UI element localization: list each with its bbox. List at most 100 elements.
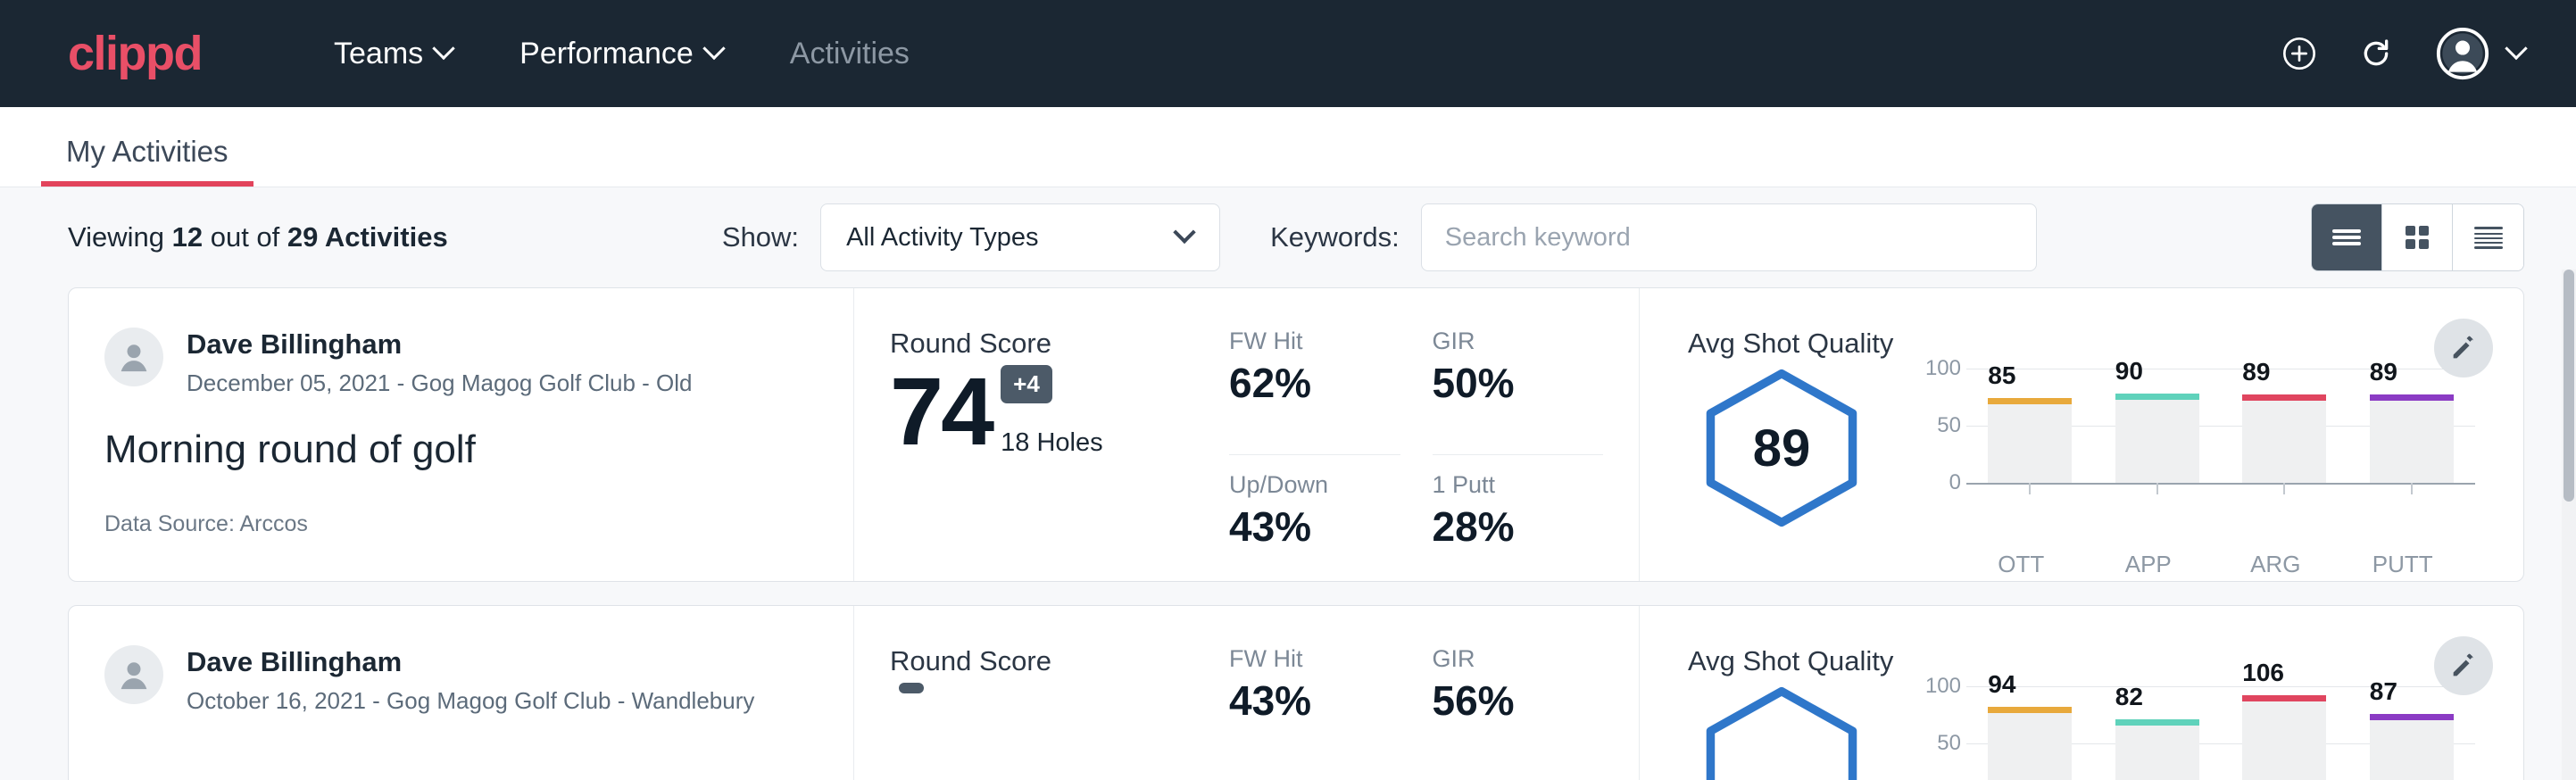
stat-one-putt-value: 28% bbox=[1433, 502, 1604, 551]
shot-quality-body: 89 100 50 0 bbox=[1688, 369, 2523, 527]
bar-cap-putt bbox=[2370, 714, 2454, 720]
bar-cap-app bbox=[2115, 719, 2199, 726]
stat-up-down-label: Up/Down bbox=[1229, 471, 1400, 499]
round-score-label: Round Score bbox=[890, 645, 1229, 677]
score-to-par-badge bbox=[899, 683, 924, 693]
grid-view-button[interactable] bbox=[2382, 204, 2453, 270]
stat-fw-hit-label: FW Hit bbox=[1229, 328, 1400, 355]
chart-bars: 85 90 bbox=[1966, 369, 2475, 483]
avg-shot-quality-label: Avg Shot Quality bbox=[1688, 328, 2523, 360]
person-avatar-icon bbox=[113, 336, 154, 378]
player-name: Dave Billingham bbox=[187, 645, 754, 680]
bar-cap-putt bbox=[2370, 394, 2454, 401]
stat-fw-hit: FW Hit 62% bbox=[1229, 328, 1400, 455]
player-name: Dave Billingham bbox=[187, 328, 693, 362]
stat-up-down: Up/Down 43% bbox=[1229, 455, 1400, 582]
x-tick bbox=[2283, 483, 2285, 494]
primary-nav: Teams Performance Activities bbox=[300, 37, 943, 71]
x-label-ott: OTT bbox=[1957, 551, 2085, 578]
stat-gir-label: GIR bbox=[1433, 328, 1604, 355]
activity-card[interactable]: Dave Billingham October 16, 2021 - Gog M… bbox=[68, 605, 2524, 780]
stat-gir-value: 50% bbox=[1433, 359, 1604, 407]
nav-item-teams-label: Teams bbox=[334, 37, 423, 71]
activity-info-column: Dave Billingham December 05, 2021 - Gog … bbox=[69, 288, 854, 581]
x-label-putt: PUTT bbox=[2339, 551, 2467, 578]
y-tick-100: 100 bbox=[1925, 356, 1961, 381]
activity-type-value: All Activity Types bbox=[846, 223, 1038, 253]
bar-value-arg: 106 bbox=[2242, 659, 2284, 687]
viewing-count: 12 bbox=[172, 221, 203, 253]
activities-toolbar: Viewing 12 out of 29 Activities Show: Al… bbox=[0, 187, 2576, 287]
x-tick bbox=[2156, 483, 2158, 494]
stat-gir-value: 56% bbox=[1433, 676, 1604, 725]
bar-app: 90 bbox=[2094, 369, 2222, 483]
activity-card[interactable]: Dave Billingham December 05, 2021 - Gog … bbox=[68, 287, 2524, 582]
app-logo[interactable]: clippd bbox=[68, 29, 202, 78]
chevron-down-icon bbox=[2505, 37, 2527, 60]
stats-grid: FW Hit 62% GIR 50% Up/Down 43% 1 Putt 28… bbox=[1229, 288, 1640, 581]
stat-up-down-value: 43% bbox=[1229, 502, 1400, 551]
bar-ott: 85 bbox=[1966, 369, 2094, 483]
nav-item-activities[interactable]: Activities bbox=[756, 37, 943, 71]
round-score-value-row: 74 +4 18 Holes bbox=[890, 365, 1229, 458]
list-view-icon bbox=[2329, 225, 2364, 250]
stat-one-putt-label: 1 Putt bbox=[1433, 471, 1604, 499]
chart-x-labels: OTT APP ARG PUTT bbox=[1957, 551, 2466, 578]
view-mode-toggle bbox=[2311, 203, 2524, 271]
refresh-button[interactable] bbox=[2358, 36, 2394, 71]
shot-quality-chart: 100 50 0 94 bbox=[1911, 686, 2475, 780]
activity-meta: October 16, 2021 - Gog Magog Golf Club -… bbox=[187, 687, 754, 715]
chevron-down-icon bbox=[1173, 221, 1195, 244]
viewing-count-text: Viewing 12 out of 29 Activities bbox=[68, 221, 448, 253]
chart-x-ticks bbox=[1966, 483, 2475, 494]
tab-my-activities-label: My Activities bbox=[66, 135, 229, 168]
add-activity-button[interactable] bbox=[2281, 36, 2317, 71]
activity-card-list: Dave Billingham December 05, 2021 - Gog … bbox=[0, 287, 2576, 780]
stat-gir: GIR 56% bbox=[1433, 645, 1604, 780]
page-scrollbar[interactable] bbox=[2562, 270, 2576, 780]
list-view-button[interactable] bbox=[2312, 204, 2382, 270]
activity-meta: December 05, 2021 - Gog Magog Golf Club … bbox=[187, 369, 693, 397]
tab-strip: My Activities bbox=[0, 107, 2576, 187]
scrollbar-thumb[interactable] bbox=[2564, 270, 2574, 502]
plus-circle-icon bbox=[2281, 36, 2317, 71]
pencil-icon bbox=[2448, 333, 2479, 363]
stat-gir: GIR 50% bbox=[1433, 328, 1604, 455]
stat-fw-hit: FW Hit 43% bbox=[1229, 645, 1400, 780]
nav-item-performance[interactable]: Performance bbox=[486, 37, 756, 71]
viewing-prefix: Viewing bbox=[68, 221, 172, 253]
bar-value-putt: 89 bbox=[2370, 358, 2397, 386]
bar-ott: 94 bbox=[1966, 686, 2094, 780]
chevron-down-icon bbox=[702, 37, 725, 60]
y-tick-0: 0 bbox=[1949, 470, 1961, 495]
chart-plot-area: 85 90 bbox=[1966, 369, 2475, 483]
avg-shot-quality-hex bbox=[1688, 686, 1875, 780]
nav-item-activities-label: Activities bbox=[790, 37, 910, 71]
activity-type-select[interactable]: All Activity Types bbox=[820, 203, 1220, 271]
search-input[interactable] bbox=[1421, 203, 2037, 271]
player-header: Dave Billingham October 16, 2021 - Gog M… bbox=[104, 645, 818, 715]
account-menu-button[interactable] bbox=[2435, 26, 2524, 81]
detail-view-button[interactable] bbox=[2453, 204, 2523, 270]
nav-item-teams[interactable]: Teams bbox=[300, 37, 486, 71]
nav-actions bbox=[2281, 26, 2524, 81]
refresh-icon bbox=[2358, 36, 2394, 71]
x-tick bbox=[2411, 483, 2413, 494]
round-score-column: Round Score bbox=[854, 606, 1229, 780]
bar-value-app: 82 bbox=[2115, 683, 2143, 711]
bar-putt: 89 bbox=[2348, 369, 2476, 483]
avatar bbox=[104, 328, 163, 386]
bar-cap-arg bbox=[2242, 695, 2326, 701]
edit-activity-button[interactable] bbox=[2434, 636, 2493, 695]
stat-fw-hit-value: 43% bbox=[1229, 676, 1400, 725]
bar-cap-app bbox=[2115, 394, 2199, 400]
edit-activity-button[interactable] bbox=[2434, 319, 2493, 378]
shot-quality-column: Avg Shot Quality 89 100 50 0 bbox=[1640, 288, 2523, 581]
tab-my-activities[interactable]: My Activities bbox=[41, 135, 253, 187]
stats-grid: FW Hit 43% GIR 56% bbox=[1229, 606, 1640, 780]
bar-arg: 89 bbox=[2221, 369, 2348, 483]
activity-info-column: Dave Billingham October 16, 2021 - Gog M… bbox=[69, 606, 854, 780]
nav-item-performance-label: Performance bbox=[519, 37, 694, 71]
round-score-value-row bbox=[890, 683, 1229, 776]
stat-fw-hit-value: 62% bbox=[1229, 359, 1400, 407]
